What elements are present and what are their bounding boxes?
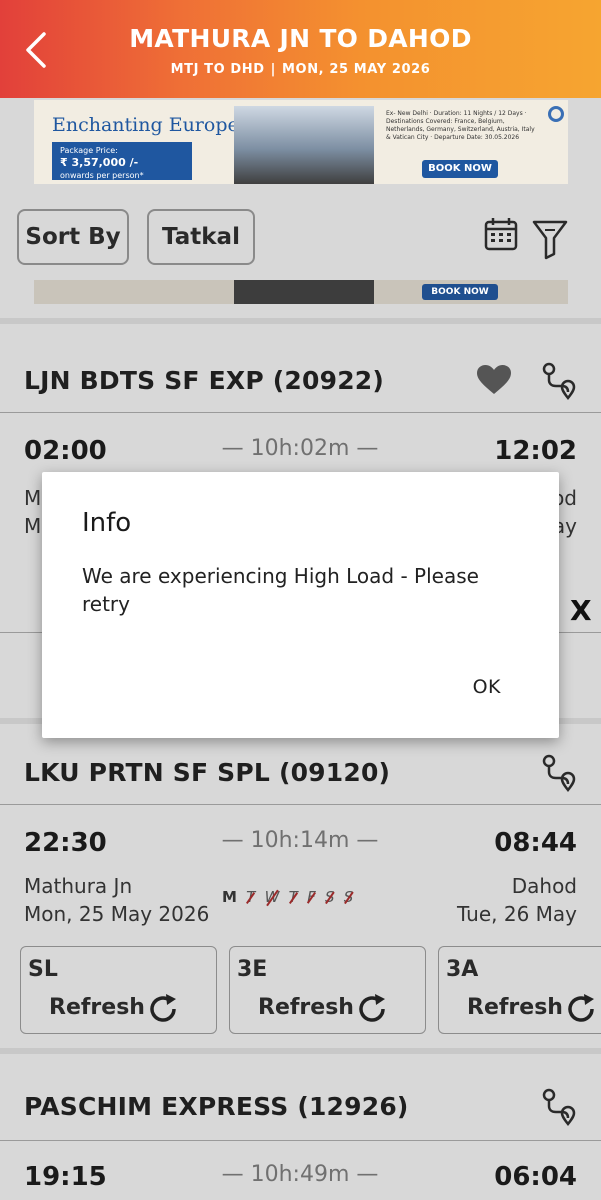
dialog-title: Info: [82, 508, 132, 538]
info-dialog: Info We are experiencing High Load - Ple…: [42, 472, 559, 738]
dialog-message: We are experiencing High Load - Please r…: [82, 564, 479, 616]
ok-button[interactable]: OK: [473, 676, 501, 698]
